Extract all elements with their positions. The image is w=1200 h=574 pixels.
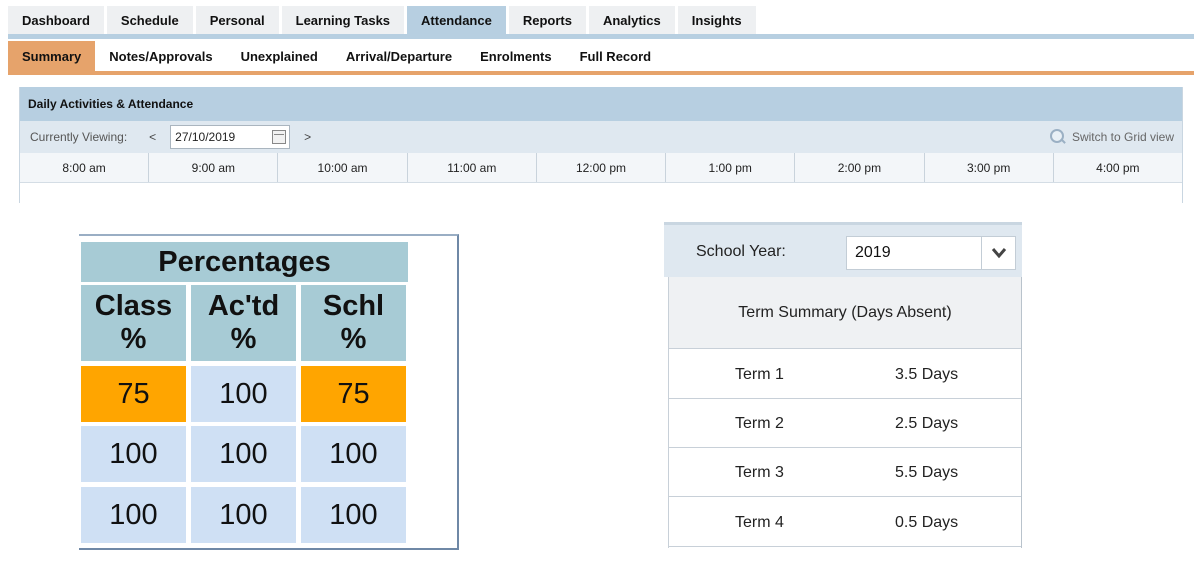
column-header-unit: % <box>120 323 147 355</box>
time-slot: 11:00 am <box>408 153 537 182</box>
column-header-text: Class <box>94 290 173 322</box>
school-year-select[interactable]: 2019 <box>846 236 1016 270</box>
panel-title: Daily Activities & Attendance <box>20 87 1182 121</box>
time-header-row: 8:00 am 9:00 am 10:00 am 11:00 am 12:00 … <box>20 153 1182 183</box>
percentage-cell: 100 <box>191 426 296 482</box>
percentage-cell: 75 <box>81 366 186 422</box>
percentage-cell: 100 <box>81 487 186 543</box>
next-day-button[interactable]: > <box>304 130 311 144</box>
daily-activities-panel: Daily Activities & Attendance Currently … <box>19 87 1183 203</box>
tab-attendance[interactable]: Attendance <box>407 6 506 34</box>
percentages-table: Percentages Class % Ac'td % Schl % 75 10… <box>79 234 459 550</box>
currently-viewing-label: Currently Viewing: <box>30 130 128 144</box>
term-days-absent: 2.5 Days <box>895 415 959 432</box>
time-slot: 1:00 pm <box>666 153 796 182</box>
term-row: Term 1 3.5 Days <box>669 350 1021 399</box>
top-tab-divider <box>8 34 1194 39</box>
sub-tab-divider <box>8 71 1194 75</box>
school-year-value: 2019 <box>855 244 891 261</box>
top-tab-bar: Dashboard Schedule Personal Learning Tas… <box>8 6 756 34</box>
date-field[interactable]: 27/10/2019 <box>170 125 291 149</box>
calendar-icon[interactable] <box>272 130 287 144</box>
sub-tab-bar: Summary Notes/Approvals Unexplained Arri… <box>8 41 665 71</box>
subtab-enrolments[interactable]: Enrolments <box>466 41 566 71</box>
column-header-school: Schl % <box>301 285 406 361</box>
school-year-bar: School Year: 2019 <box>664 222 1022 277</box>
subtab-unexplained[interactable]: Unexplained <box>227 41 332 71</box>
tab-schedule[interactable]: Schedule <box>106 6 193 34</box>
viewing-toolbar: Currently Viewing: < 27/10/2019 > Switch… <box>20 121 1182 153</box>
term-row: Term 3 5.5 Days <box>669 448 1021 497</box>
term-summary-title: Term Summary (Days Absent) <box>669 277 1021 349</box>
term-name: Term 3 <box>735 464 784 481</box>
switch-grid-view-label: Switch to Grid view <box>1071 130 1174 144</box>
term-days-absent: 0.5 Days <box>895 514 959 531</box>
tab-reports[interactable]: Reports <box>508 6 586 34</box>
time-slot: 8:00 am <box>20 153 150 182</box>
percentage-cell: 100 <box>301 426 406 482</box>
date-value: 27/10/2019 <box>175 130 236 144</box>
time-slot: 2:00 pm <box>795 153 925 182</box>
column-header-acted: Ac'td % <box>191 285 296 361</box>
time-slot: 12:00 pm <box>537 153 667 182</box>
time-slot: 3:00 pm <box>925 153 1054 182</box>
column-header-unit: % <box>230 323 257 355</box>
tab-dashboard[interactable]: Dashboard <box>8 6 104 34</box>
term-days-absent: 3.5 Days <box>895 366 959 383</box>
subtab-summary[interactable]: Summary <box>8 41 96 71</box>
column-header-unit: % <box>340 323 367 355</box>
tab-insights[interactable]: Insights <box>677 6 756 34</box>
percentage-cell: 100 <box>191 366 296 422</box>
time-slot: 9:00 am <box>149 153 279 182</box>
tab-learning-tasks[interactable]: Learning Tasks <box>281 6 405 34</box>
subtab-arrival-departure[interactable]: Arrival/Departure <box>332 41 466 71</box>
column-header-text: Schl <box>322 290 385 322</box>
tab-personal[interactable]: Personal <box>195 6 279 34</box>
percentage-cell: 100 <box>81 426 186 482</box>
magnifier-icon <box>1049 129 1066 145</box>
switch-grid-view-button[interactable]: Switch to Grid view <box>1049 121 1174 153</box>
percentage-cell: 75 <box>301 366 406 422</box>
term-summary-panel: School Year: 2019 Term Summary (Days Abs… <box>664 222 1022 548</box>
percentages-title: Percentages <box>81 242 408 282</box>
term-name: Term 1 <box>735 366 784 383</box>
percentage-cell: 100 <box>301 487 406 543</box>
time-slot: 10:00 am <box>278 153 408 182</box>
term-name: Term 2 <box>735 415 784 432</box>
time-slot: 4:00 pm <box>1096 160 1140 175</box>
column-header-text: Ac'td <box>207 290 280 322</box>
term-name: Term 4 <box>735 514 784 531</box>
term-row: Term 2 2.5 Days <box>669 399 1021 448</box>
school-year-label: School Year: <box>696 243 786 260</box>
subtab-full-record[interactable]: Full Record <box>566 41 666 71</box>
term-row: Term 4 0.5 Days <box>669 498 1021 547</box>
chevron-down-icon[interactable] <box>981 237 1015 269</box>
subtab-notes-approvals[interactable]: Notes/Approvals <box>95 41 226 71</box>
term-days-absent: 5.5 Days <box>895 464 959 481</box>
percentage-cell: 100 <box>191 487 296 543</box>
previous-day-button[interactable]: < <box>149 130 156 144</box>
column-header-class: Class % <box>81 285 186 361</box>
tab-analytics[interactable]: Analytics <box>588 6 675 34</box>
